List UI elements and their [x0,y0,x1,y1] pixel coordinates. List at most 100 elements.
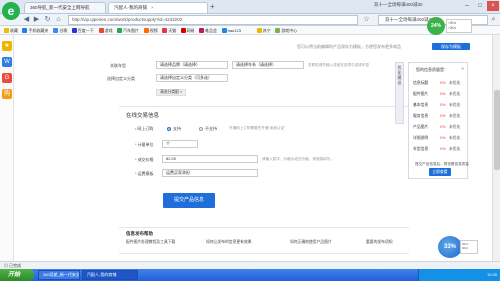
game-icon[interactable]: G [2,73,12,83]
browser-logo-icon[interactable]: e [2,2,20,20]
bookmark-item[interactable]: 网易 [180,27,195,34]
close-icon[interactable]: × [151,5,154,10]
taskbar: 开始 360导航_新一代安全上网导航 汽配人-我的商铺 10:35 [0,269,500,281]
bookmark-label: 百度一下 [77,28,94,33]
bookmark-icon [162,28,168,33]
page-scrollbar[interactable] [492,35,500,261]
clock[interactable]: 10:35 [487,272,497,277]
price-label: *成交价格 [135,157,154,162]
radio-no[interactable]: 不支持 [199,126,217,132]
help-link[interactable]: 重要的发布须知 [366,240,393,245]
accelerator-speeds: 0K/s 0K/s [460,240,478,254]
shipping-select[interactable]: 运费买家承担 [162,169,258,177]
bookmark-icon [180,28,186,33]
bookmark-item[interactable]: 游戏中心 [275,27,297,34]
view-now-button[interactable]: 立即查看 [429,168,451,176]
taskbar-item-active[interactable]: 汽配人-我的商铺 [82,270,138,280]
price-input[interactable]: 82.00 [162,155,258,163]
taskbar-item[interactable]: 360导航_新一代安全上网导航 [38,270,80,280]
bookmark-item[interactable]: 谷歌 [53,27,67,34]
category-label: 选择自定义分类 [107,76,135,81]
bookmark-item[interactable]: 唯品会 [199,27,217,34]
bookmark-item[interactable]: 汽车图片 [117,27,139,34]
tag-remove-icon[interactable]: × [180,90,182,94]
bookmark-label: 收藏 [10,28,18,33]
accelerator-ball[interactable]: 33% [438,236,462,258]
radio-on-icon[interactable] [167,127,171,131]
quality-item-status: 未优化 [449,81,461,85]
category-tag-label: 清洗分类配 [160,90,179,94]
bookmark-item[interactable]: hao123 [221,27,241,34]
series-select[interactable]: 请选择车系（请选择） [232,61,304,69]
refresh-icon[interactable]: ↻ [43,15,52,24]
bookmark-item[interactable]: 游戏 [98,27,113,34]
online-hint: 开通网上订购需要先开通“卖家认证” [229,126,286,130]
bookmark-icon [22,28,28,33]
optimize-tabs[interactable]: 优化建议 [395,62,404,124]
quality-row: 信息标题 0% 未优化 [413,80,467,86]
unit-label: *计量单位 [135,142,154,147]
bookmark-label: hao123 [227,28,241,33]
url-input[interactable]: http://vip.qipeiren.com/work/productsupp… [68,15,358,25]
unit-select[interactable]: 个 [162,140,198,148]
divider [119,227,409,228]
close-window-icon[interactable]: × [487,1,499,11]
price-label-text: 成交价格 [137,157,154,162]
help-link[interactable]: 配件图片处理教程及工具下载 [126,240,175,245]
quality-title: 您的信息质量是： [416,67,448,72]
scrollbar-thumb[interactable] [494,90,500,170]
brand-select[interactable]: 请选择品牌（请选择） [156,61,228,69]
forward-icon[interactable]: ▶ [32,15,41,24]
radio-yes[interactable]: 支持 [167,126,181,132]
bookmark-label: 汽车图片 [123,28,139,33]
start-button[interactable]: 开始 [0,269,34,281]
divider [119,253,409,254]
bookmark-item[interactable]: 手机收藏夹 [22,27,48,34]
shopping-icon[interactable]: 购 [2,89,12,99]
tab-360[interactable]: 360导航_新一代安全上网导航 [24,2,106,13]
quality-item-name: 产品图片 [413,125,429,129]
tab-label: 360导航_新一代安全上网导航 [30,5,90,10]
bookmark-item[interactable]: 苏宁 [256,27,271,34]
promo-link[interactable]: 双十一全场每满400减30 [374,2,436,8]
bookmark-item[interactable]: 收藏 [4,27,18,34]
bookmark-label: 游戏中心 [281,28,298,33]
tab-shop[interactable]: 汽配人-我的商铺 × [108,2,208,13]
divider [119,106,409,107]
close-icon[interactable]: × [461,66,464,71]
bookmark-icon [275,28,281,33]
bookmark-label: 网易 [186,28,195,33]
quality-row: 服务信息 0% 未优化 [413,113,467,119]
network-speed-widget[interactable]: 24% ↑0K/s ↓0K/s [427,17,473,35]
help-link[interactable]: 如何正确地使用产品图片 [290,240,332,245]
star-icon[interactable]: ★ [2,41,12,51]
help-section-title: 信息发布帮助 [126,231,153,236]
favorite-star-icon[interactable]: ☆ [362,15,371,24]
left-sidebar: ★ W G 购 [0,35,14,269]
home-icon[interactable]: ⌂ [54,15,63,24]
search-icon[interactable]: ⌕ [489,15,498,24]
submit-product-button[interactable]: 提交产品信息 [163,193,215,208]
category-select[interactable]: 请选择自定义分类（可多选） [156,74,228,82]
bookmark-item[interactable]: 天猫 [162,27,176,34]
save-template-button[interactable]: 保存为模板 [432,43,470,50]
bookmark-item[interactable]: 百度一下 [71,27,94,34]
help-link[interactable]: 如何让发布的信息更有效果 [206,240,252,245]
quality-item-status: 未优化 [449,114,461,118]
radio-off-icon[interactable] [199,127,203,131]
maximize-icon[interactable]: □ [474,1,486,11]
quality-item-percent: 0% [440,103,446,107]
quality-row: 配件图片 0% 未优化 [413,91,467,97]
back-icon[interactable]: ◀ [22,15,31,24]
bookmark-icon [4,28,9,33]
bookmark-label: 手机收藏夹 [28,28,49,33]
bookmark-label: 游戏 [104,28,113,33]
bookmark-item[interactable]: 视频 [143,27,158,34]
minimize-icon[interactable]: – [461,1,473,11]
status-text: ◎ 已完成 [4,263,22,268]
address-bar: ◀ ▶ ↻ ⌂ http://vip.qipeiren.com/work/pro… [0,14,500,26]
quality-item-percent: 0% [440,136,446,140]
quality-row: 详细说明 0% 未优化 [413,135,467,141]
weibo-icon[interactable]: W [2,57,12,67]
new-tab-button[interactable]: + [210,3,215,11]
